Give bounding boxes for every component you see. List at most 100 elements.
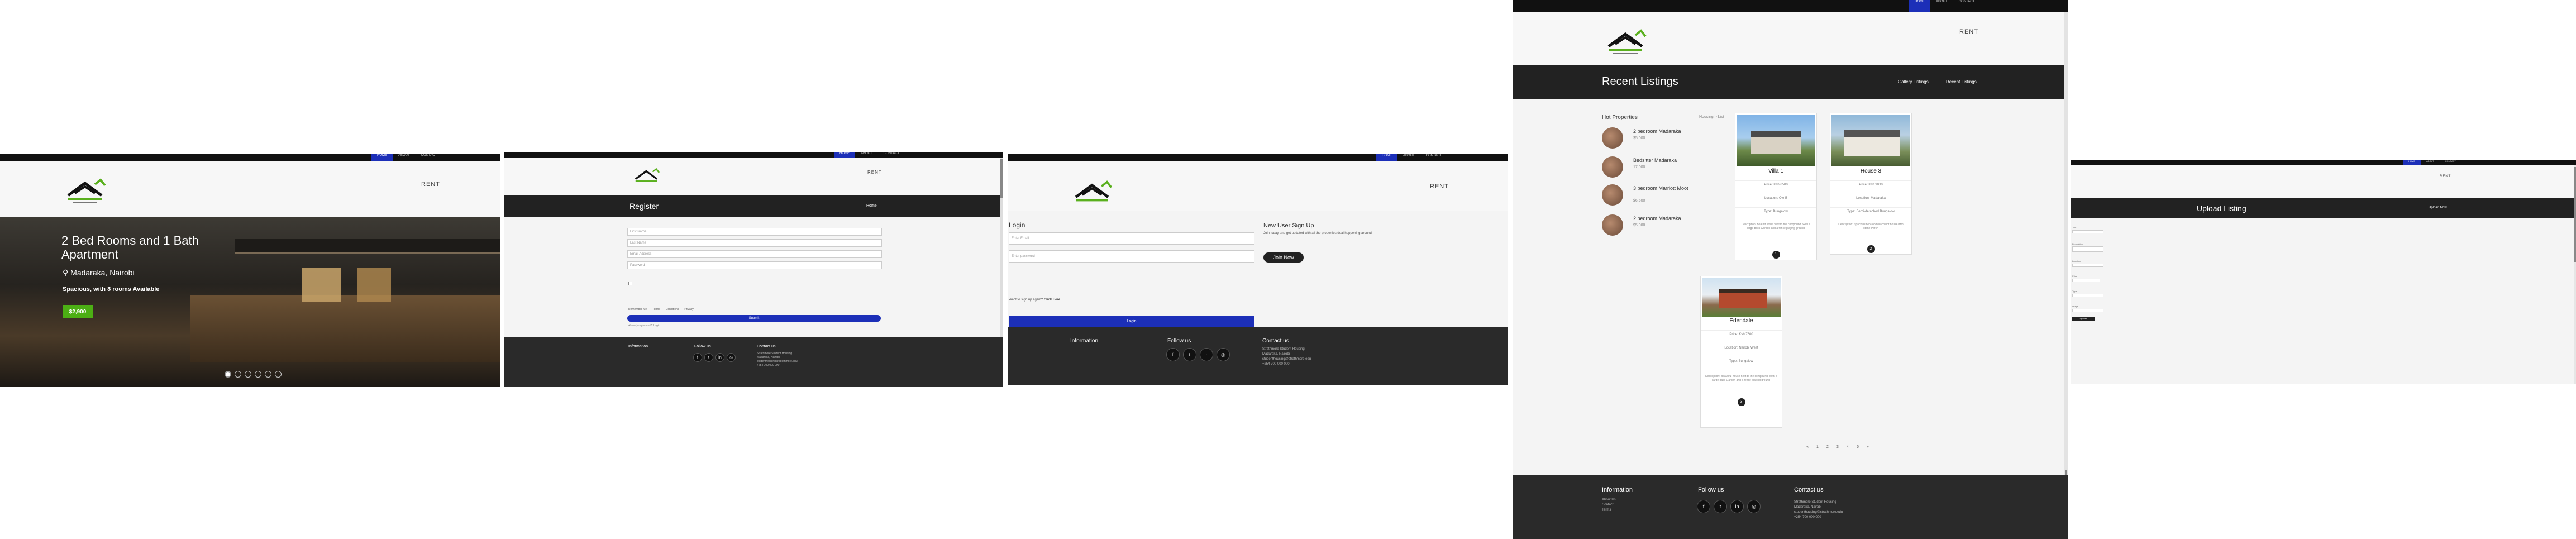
register-home-link[interactable]: Home (866, 204, 877, 208)
privacy-link[interactable]: Privacy (684, 308, 693, 311)
nav-home[interactable]: HOME (1376, 154, 1397, 161)
signup-click-link[interactable]: Click Here (1044, 298, 1060, 302)
login-button[interactable]: Login (1009, 316, 1254, 327)
join-now-button[interactable]: Join Now (1263, 252, 1304, 263)
hot-property-item[interactable]: Bedsitter Madaraka 17,000 (1602, 156, 1697, 179)
rent-link[interactable]: RENT (421, 181, 440, 188)
linkedin-icon[interactable]: in (1730, 500, 1744, 513)
breadcrumb[interactable]: Housing > List (1699, 115, 1724, 119)
nav-home[interactable]: HOME (2403, 160, 2421, 165)
carousel-dot[interactable] (225, 371, 231, 378)
pagination-page[interactable]: 5 (1853, 443, 1862, 451)
hot-property-price: $5,000 (1633, 136, 1645, 140)
site-logo[interactable] (632, 168, 661, 185)
pagination-page[interactable]: 3 (1833, 443, 1842, 451)
contact-line[interactable]: studenthousing@strathmore.edu (757, 360, 798, 364)
nav-home[interactable]: HOME (1909, 0, 1930, 12)
instagram-icon[interactable]: ◎ (1747, 500, 1761, 513)
twitter-icon[interactable]: t (1714, 500, 1727, 513)
pagination-page[interactable]: 4 (1843, 443, 1852, 451)
hot-property-item[interactable]: 3 bedroom Marriott Moot $6,600 (1602, 184, 1697, 207)
footer-info-item[interactable]: Terms (1602, 508, 1616, 513)
contact-line[interactable]: studenthousing@strathmore.edu (1794, 510, 1843, 515)
facebook-icon[interactable]: f (693, 353, 702, 362)
listing-number-badge[interactable]: 1 (1772, 251, 1780, 259)
register-note[interactable]: Already registered? Login (628, 324, 660, 327)
footer-info-item[interactable]: About Us (1602, 498, 1616, 503)
upload-image-field[interactable] (2072, 309, 2103, 312)
nav-contact[interactable]: CONTACT (1953, 0, 1981, 12)
listing-card[interactable]: House 3 Price: Ksh 9000 Location: Madara… (1830, 113, 1912, 255)
upload-submit-button[interactable]: Upload (2072, 317, 2095, 321)
upload-type-field[interactable] (2072, 294, 2103, 297)
nav-contact[interactable]: CONTACT (416, 154, 443, 161)
listing-number-badge[interactable]: 3 (1737, 398, 1745, 406)
hero-price-badge[interactable]: $2,900 (63, 305, 93, 318)
site-logo[interactable] (1070, 180, 1114, 207)
twitter-icon[interactable]: t (704, 353, 713, 362)
pagination-page[interactable]: 1 (1813, 443, 1822, 451)
carousel-dot[interactable] (275, 371, 282, 378)
page-scrollbar[interactable] (2064, 12, 2068, 539)
upload-description-field[interactable] (2072, 246, 2103, 252)
footer-info-item[interactable]: Contact (1602, 503, 1616, 508)
nav-home[interactable]: HOME (834, 152, 855, 158)
email-field[interactable]: Email Address (627, 250, 882, 258)
rent-link[interactable]: RENT (1430, 183, 1449, 190)
facebook-icon[interactable]: f (1697, 500, 1710, 513)
terms-link[interactable]: Terms (652, 308, 660, 311)
upload-now-link[interactable]: Upload Now (2429, 206, 2447, 209)
linkedin-icon[interactable]: in (1200, 348, 1213, 361)
contact-line[interactable]: studenthousing@strathmore.edu (1262, 357, 1311, 362)
nav-about[interactable]: ABOUT (855, 152, 878, 158)
carousel-dot[interactable] (235, 371, 241, 378)
hot-property-item[interactable]: 2 bedroom Madaraka $5,000 (1602, 127, 1697, 150)
site-logo[interactable] (63, 178, 107, 206)
instagram-icon[interactable]: ◎ (1217, 348, 1230, 361)
nav-about[interactable]: ABOUT (1930, 0, 1953, 12)
register-band: Register Home (504, 195, 1003, 217)
page-scrollbar[interactable] (2574, 165, 2576, 384)
instagram-icon[interactable]: ◎ (727, 353, 736, 362)
nav-about[interactable]: ABOUT (2421, 160, 2440, 165)
site-logo[interactable] (1603, 28, 1648, 56)
carousel-dot[interactable] (255, 371, 261, 378)
twitter-icon[interactable]: t (1183, 348, 1196, 361)
last-name-field[interactable]: Last Name (627, 239, 882, 247)
nav-contact[interactable]: CONTACT (878, 152, 905, 158)
upload-location-field[interactable] (2072, 264, 2103, 267)
nav-home[interactable]: HOME (371, 154, 393, 161)
rent-link[interactable]: RENT (867, 170, 882, 175)
upload-title-field[interactable] (2072, 230, 2103, 233)
nav-about[interactable]: ABOUT (393, 154, 416, 161)
pagination-next[interactable]: » (1863, 443, 1872, 451)
top-nav: HOME ABOUT CONTACT (371, 154, 442, 161)
listing-card[interactable]: Edendale Price: Ksh 7600 Location: Nairo… (1700, 276, 1782, 428)
nav-contact[interactable]: CONTACT (1420, 154, 1448, 161)
facebook-icon[interactable]: f (1166, 348, 1180, 361)
remember-checkbox[interactable] (628, 282, 632, 285)
upload-price-select[interactable] (2072, 279, 2100, 282)
first-name-field[interactable]: First Name (627, 228, 882, 236)
pagination-prev[interactable]: « (1803, 443, 1812, 451)
conditions-link[interactable]: Conditions (666, 308, 679, 311)
carousel-dot[interactable] (245, 371, 251, 378)
hot-property-item[interactable]: 2 bedroom Madaraka $5,000 (1602, 214, 1697, 237)
password-field[interactable]: Password (627, 261, 882, 269)
site-footer: Information About Us Contact Terms Follo… (1513, 475, 2068, 539)
nav-contact[interactable]: CONTACT (2440, 160, 2461, 165)
listing-card[interactable]: Villa 1 Price: Ksh 6500 Location: Ole B … (1735, 113, 1817, 260)
register-submit-button[interactable]: Submit (627, 315, 881, 322)
linkedin-icon[interactable]: in (715, 353, 724, 362)
nav-about[interactable]: ABOUT (1397, 154, 1420, 161)
listing-number-badge[interactable]: 2 (1867, 245, 1875, 253)
gallery-listings-link[interactable]: Gallery Listings (1898, 79, 1929, 84)
recent-listings-link[interactable]: Recent Listings (1946, 79, 1977, 84)
carousel-dot[interactable] (265, 371, 271, 378)
login-email-field[interactable]: Enter Email (1009, 232, 1254, 245)
rent-link[interactable]: RENT (2440, 175, 2451, 178)
remember-label: Remember Me (628, 308, 647, 311)
login-password-field[interactable]: Enter password (1009, 250, 1254, 263)
pagination-page[interactable]: 2 (1823, 443, 1832, 451)
rent-link[interactable]: RENT (1959, 28, 1978, 35)
